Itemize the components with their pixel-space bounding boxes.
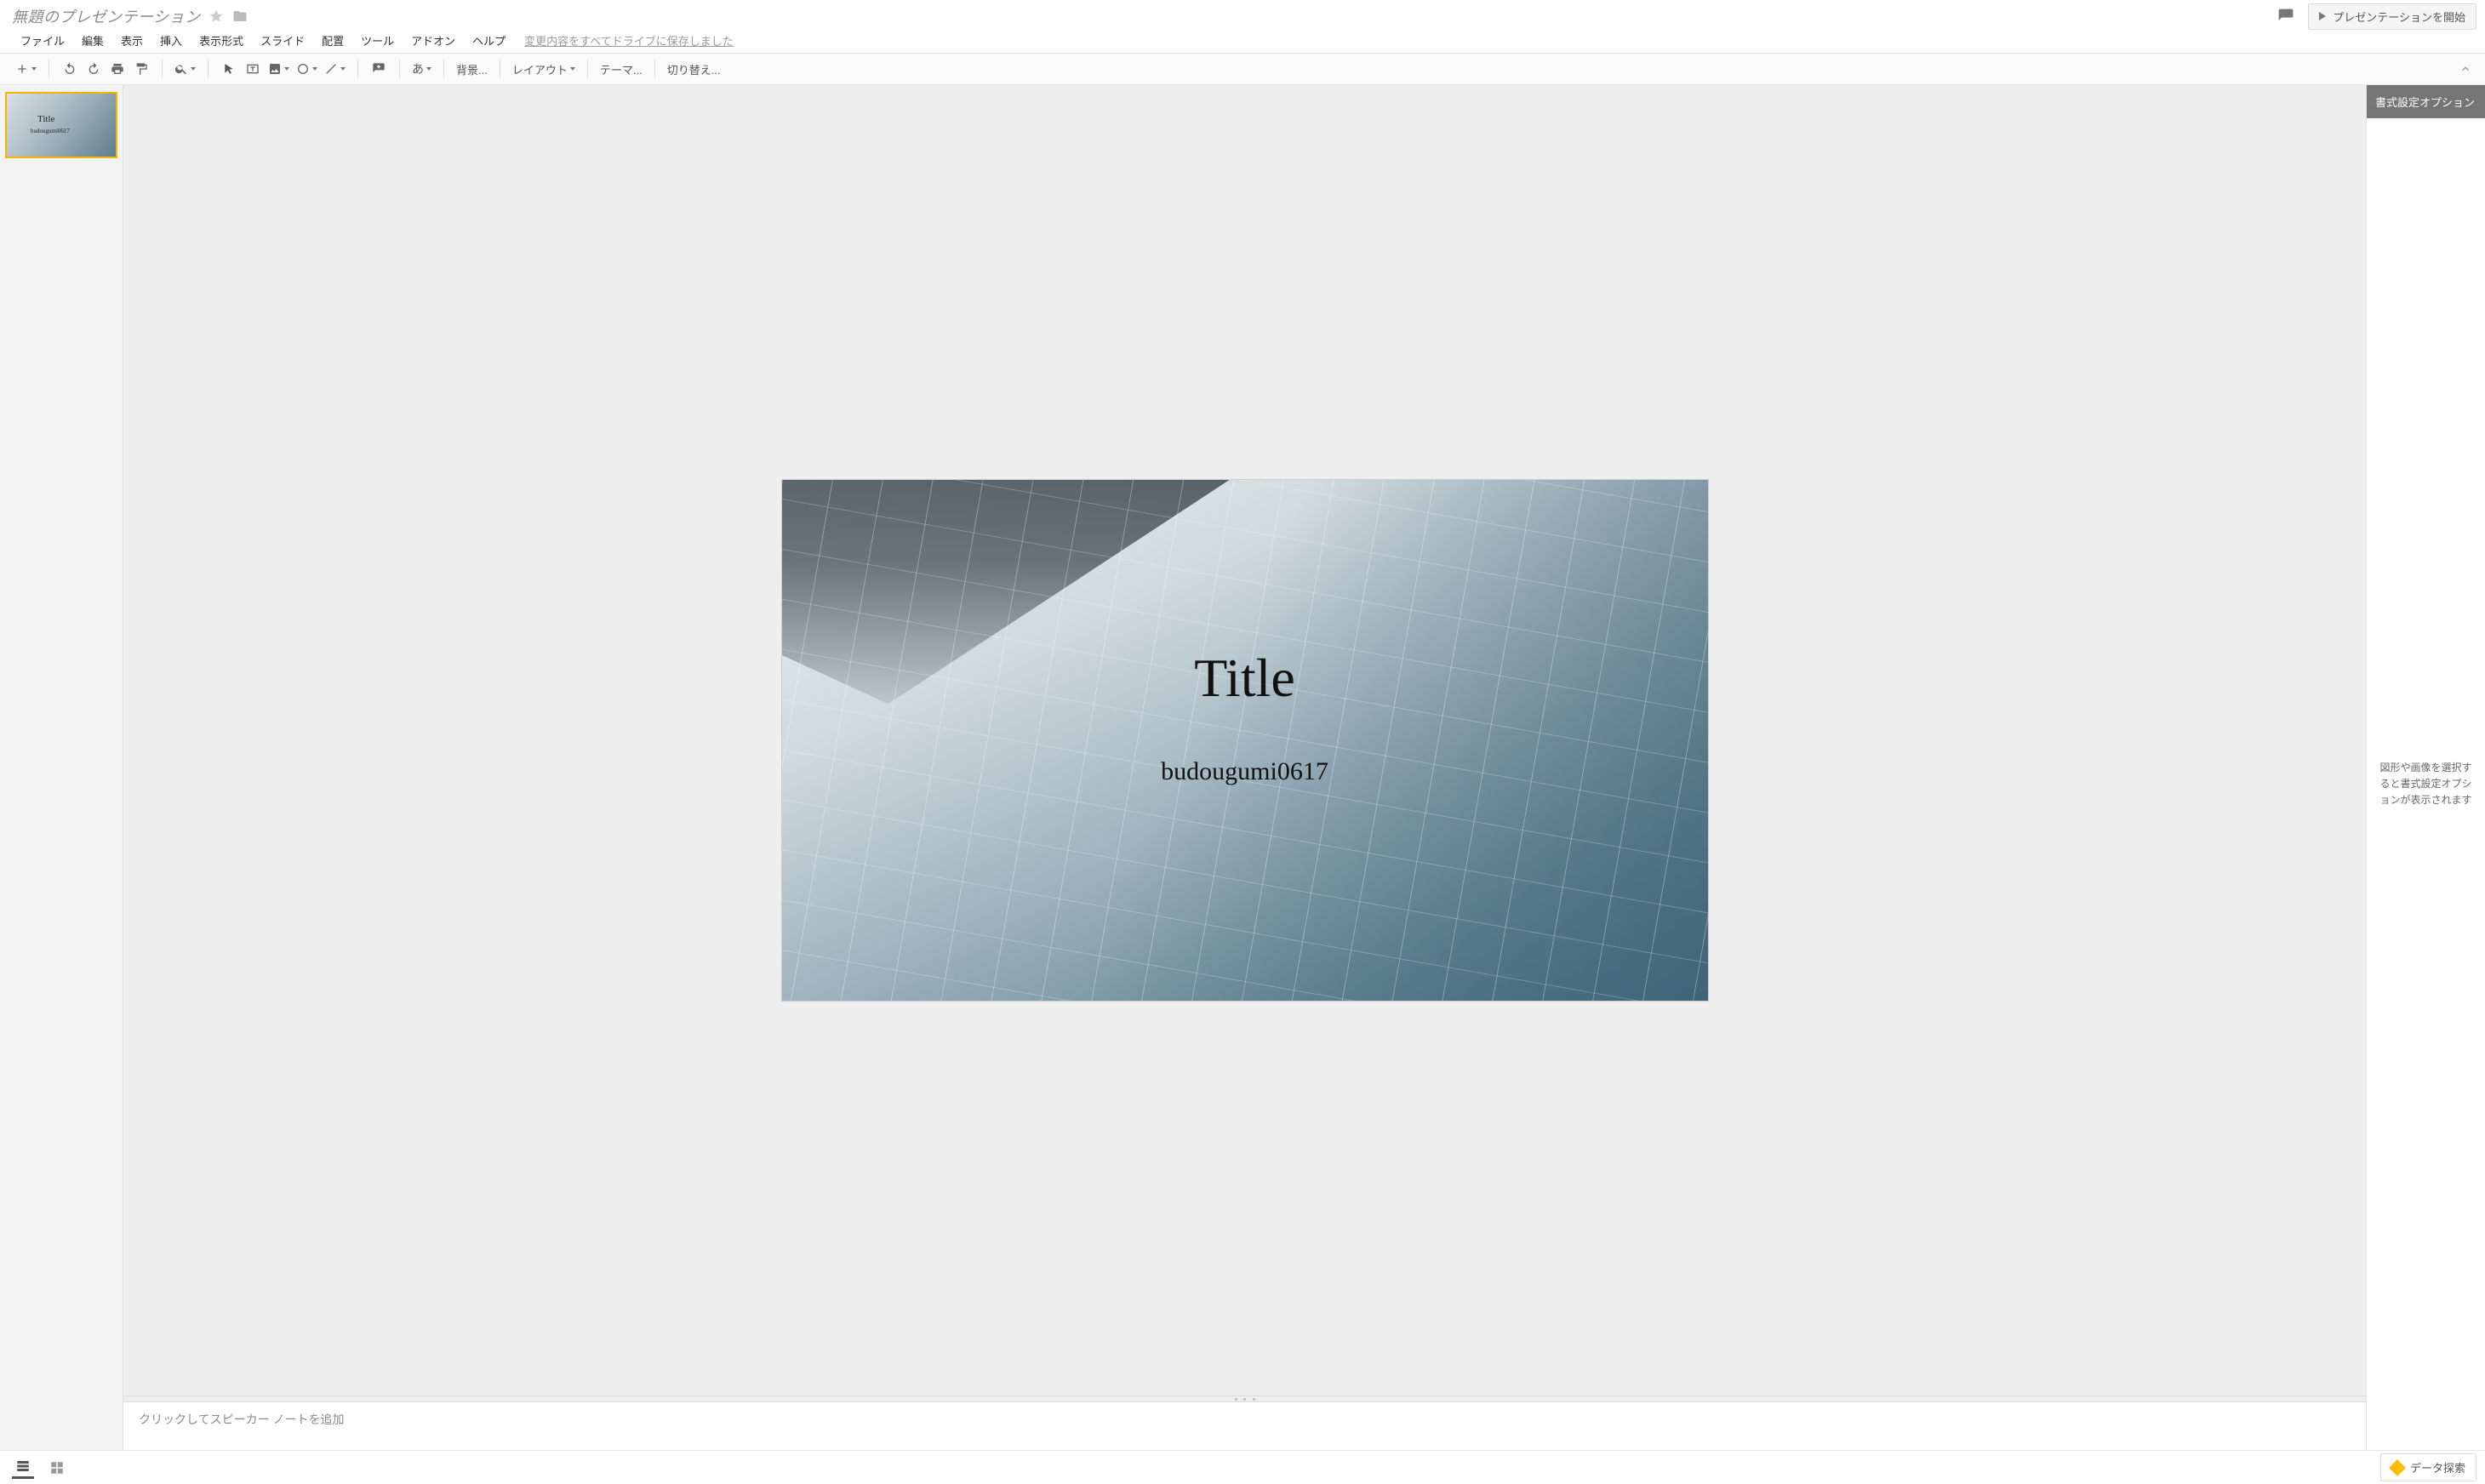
layout-button[interactable]: レイアウト: [504, 57, 584, 81]
format-options-panel: 書式設定オプション 図形や画像を選択すると書式設定オプションが表示されます: [2366, 85, 2485, 1450]
paint-format-button[interactable]: [129, 57, 153, 81]
format-options-placeholder: 図形や画像を選択すると書式設定オプションが表示されます: [2375, 760, 2476, 809]
select-tool-button[interactable]: [217, 57, 241, 81]
new-slide-button[interactable]: [12, 57, 40, 81]
menu-view[interactable]: 表示: [112, 29, 151, 52]
menu-edit[interactable]: 編集: [73, 29, 112, 52]
comments-button[interactable]: [2272, 3, 2299, 29]
explore-button-label: データ探索: [2410, 1459, 2465, 1475]
redo-button[interactable]: [82, 57, 106, 81]
speaker-notes[interactable]: クリックしてスピーカー ノートを追加: [123, 1402, 2366, 1450]
transition-button[interactable]: 切り替え...: [659, 57, 729, 81]
undo-button[interactable]: [58, 57, 82, 81]
image-button[interactable]: [265, 57, 293, 81]
menu-insert[interactable]: 挿入: [151, 29, 191, 52]
grid-view-button[interactable]: [46, 1457, 68, 1479]
print-button[interactable]: [106, 57, 129, 81]
document-title[interactable]: 無題のプレゼンテーション: [12, 5, 201, 27]
menu-bar: ファイル 編集 表示 挿入 表示形式 スライド 配置 ツール アドオン ヘルプ …: [0, 29, 2485, 53]
slide-canvas-area[interactable]: Title budougumi0617: [123, 85, 2366, 1396]
slide-subtitle-text[interactable]: budougumi0617: [1161, 757, 1328, 786]
folder-icon[interactable]: [231, 8, 248, 25]
notes-splitter[interactable]: [123, 1396, 2366, 1402]
menu-file[interactable]: ファイル: [12, 29, 73, 52]
menu-tools[interactable]: ツール: [352, 29, 403, 52]
thumbnail-title: Title: [37, 114, 54, 124]
slide-thumbnail-1[interactable]: Title budougumi0617: [5, 92, 117, 158]
menu-arrange[interactable]: 配置: [313, 29, 352, 52]
save-status[interactable]: 変更内容をすべてドライブに保存しました: [524, 32, 734, 49]
present-button-label: プレゼンテーションを開始: [2333, 9, 2465, 25]
slide-title-text[interactable]: Title: [1194, 647, 1295, 710]
line-button[interactable]: [321, 57, 349, 81]
menu-addons[interactable]: アドオン: [403, 29, 464, 52]
collapse-toolbar-button[interactable]: [2453, 57, 2478, 81]
shape-button[interactable]: [293, 57, 321, 81]
menu-help[interactable]: ヘルプ: [464, 29, 514, 52]
filmstrip-view-button[interactable]: [12, 1457, 34, 1479]
filmstrip[interactable]: Title budougumi0617: [0, 85, 123, 1450]
star-icon[interactable]: [208, 8, 225, 25]
comment-add-button[interactable]: [367, 57, 391, 81]
background-button[interactable]: 背景...: [448, 57, 496, 81]
explore-icon: [2389, 1459, 2406, 1476]
explore-button[interactable]: データ探索: [2380, 1453, 2476, 1481]
menu-format[interactable]: 表示形式: [191, 29, 252, 52]
zoom-button[interactable]: [171, 57, 199, 81]
input-method-button[interactable]: あ: [408, 57, 435, 81]
textbox-button[interactable]: [241, 57, 265, 81]
toolbar: あ 背景... レイアウト テーマ... 切り替え...: [0, 53, 2485, 85]
menu-slide[interactable]: スライド: [252, 29, 313, 52]
play-icon: [2319, 12, 2326, 20]
present-button[interactable]: プレゼンテーションを開始: [2308, 3, 2476, 30]
slide[interactable]: Title budougumi0617: [781, 479, 1709, 1001]
slide-background-pattern: [782, 480, 1708, 1000]
thumbnail-subtitle: budougumi0617: [31, 128, 70, 134]
theme-button[interactable]: テーマ...: [591, 57, 651, 81]
format-options-header: 書式設定オプション: [2367, 85, 2485, 118]
